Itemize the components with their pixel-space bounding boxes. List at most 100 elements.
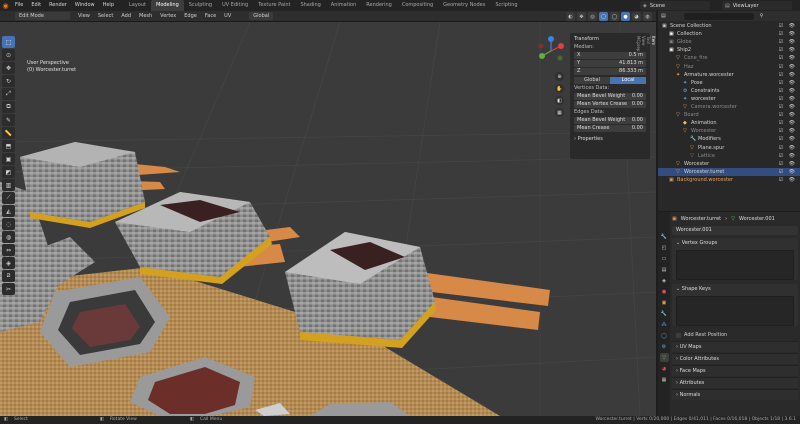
- rendered-shading-icon[interactable]: ◍: [643, 12, 652, 21]
- menu-help[interactable]: Help: [99, 0, 118, 11]
- blender-logo-icon[interactable]: ◉: [0, 0, 11, 11]
- edge-slide-icon[interactable]: ⇔: [2, 244, 15, 256]
- menu-mesh[interactable]: Mesh: [135, 11, 156, 22]
- navigation-gizmo[interactable]: [536, 36, 566, 66]
- uv-maps-panel[interactable]: › UV Maps: [672, 341, 798, 352]
- visibility-eye-icon[interactable]: ☑ 👁: [779, 176, 797, 184]
- tab-uv-editing[interactable]: UV Editing: [217, 0, 253, 11]
- pan-hand-icon[interactable]: ✋: [555, 84, 564, 93]
- transform-icon[interactable]: ⧉: [2, 101, 15, 113]
- visibility-eye-icon[interactable]: ☑ 👁: [779, 71, 797, 79]
- camera-icon[interactable]: ◧: [555, 96, 564, 105]
- median-y-field[interactable]: Y 41.813 m: [574, 60, 646, 67]
- measure-icon[interactable]: 📏: [2, 127, 15, 139]
- orientation-dropdown[interactable]: Global: [249, 12, 274, 20]
- outliner-search-input[interactable]: [683, 12, 754, 20]
- material-props-icon[interactable]: ◕: [660, 364, 669, 373]
- outliner-item[interactable]: ▽ Worcester ☑ 👁: [658, 160, 800, 168]
- tab-animation[interactable]: Animation: [326, 0, 362, 11]
- cursor-icon[interactable]: ⊙: [2, 49, 15, 61]
- scene-props-icon[interactable]: ◈: [660, 276, 669, 285]
- outliner-item[interactable]: ▣ Ship2 ☑ 👁: [658, 46, 800, 54]
- texture-props-icon[interactable]: ▦: [660, 375, 669, 384]
- tool-props-icon[interactable]: 🔧: [660, 232, 669, 241]
- view-layer-selector[interactable]: ▤ ViewLayer: [722, 1, 792, 10]
- outliner-item[interactable]: 🔧 Modifiers ☑ 👁: [658, 135, 800, 143]
- data-props-icon[interactable]: ▽: [659, 353, 669, 362]
- add-rest-position-checkbox[interactable]: Add Rest Position: [672, 330, 798, 340]
- visibility-eye-icon[interactable]: ☑ 👁: [779, 111, 797, 119]
- outliner-item[interactable]: ▣ Collection ☑ 👁: [658, 30, 800, 38]
- visibility-icon[interactable]: ◐: [566, 12, 575, 21]
- local-button[interactable]: Local: [610, 77, 646, 84]
- visibility-eye-icon[interactable]: ☑ 👁: [779, 119, 797, 127]
- attributes-panel[interactable]: › Attributes: [672, 377, 798, 388]
- tab-geometry-nodes[interactable]: Geometry Nodes: [438, 0, 490, 11]
- outliner-item[interactable]: ▣ Background.worcester ☑ 👁: [658, 176, 800, 184]
- outliner-item[interactable]: ✦ worcester ☑ 👁: [658, 95, 800, 103]
- tab-sculpting[interactable]: Sculpting: [184, 0, 217, 11]
- normals-panel[interactable]: › Normals: [672, 389, 798, 400]
- tab-rendering[interactable]: Rendering: [361, 0, 397, 11]
- tab-layout[interactable]: Layout: [124, 0, 151, 11]
- outliner-item[interactable]: ▽ Board ☑ 👁: [658, 111, 800, 119]
- visibility-eye-icon[interactable]: ☑ 👁: [779, 54, 797, 62]
- wireframe-shading-icon[interactable]: ◯: [610, 12, 619, 21]
- menu-window[interactable]: Window: [71, 0, 99, 11]
- mean-crease-field[interactable]: Mean Crease 0.00: [574, 125, 646, 132]
- move-icon[interactable]: ✥: [2, 62, 15, 74]
- outliner-item[interactable]: ▽ Cone_fire ☑ 👁: [658, 54, 800, 62]
- object-props-icon[interactable]: ▣: [660, 298, 669, 307]
- outliner-item[interactable]: ▽ Haz ☑ 👁: [658, 63, 800, 71]
- median-z-field[interactable]: Z 86.333 m: [574, 68, 646, 75]
- visibility-eye-icon[interactable]: ☑ 👁: [779, 30, 797, 38]
- annotate-icon[interactable]: ✎: [2, 114, 15, 126]
- visibility-eye-icon[interactable]: ☑ 👁: [779, 152, 797, 160]
- scene-selector[interactable]: ◈ Scene: [640, 1, 710, 10]
- global-button[interactable]: Global: [574, 77, 610, 84]
- vertex-groups-list[interactable]: [676, 250, 794, 280]
- scale-icon[interactable]: ⤢: [2, 88, 15, 100]
- shear-icon[interactable]: ⧄: [2, 270, 15, 282]
- outliner-item[interactable]: ⚙ Constraints ☑ 👁: [658, 87, 800, 95]
- visibility-eye-icon[interactable]: ☑ 👁: [779, 87, 797, 95]
- mesh-data-field[interactable]: Worcester.001: [672, 226, 798, 235]
- rip-icon[interactable]: ✂: [2, 283, 15, 295]
- mean-bevel-weight-field[interactable]: Mean Bevel Weight 0.00: [574, 93, 646, 100]
- smooth-icon[interactable]: ◍: [2, 231, 15, 243]
- shape-keys-list[interactable]: [676, 296, 794, 326]
- visibility-eye-icon[interactable]: ☑ 👁: [779, 38, 797, 46]
- modifier-props-icon[interactable]: 🔧: [660, 309, 669, 318]
- material-shading-icon[interactable]: ◕: [632, 12, 641, 21]
- tab-tool[interactable]: Tool: [646, 33, 651, 54]
- visibility-eye-icon[interactable]: ☑ 👁: [779, 95, 797, 103]
- outliner-item[interactable]: ▣ Scene Collection ☑ 👁: [658, 22, 800, 30]
- bevel-icon[interactable]: ◩: [2, 166, 15, 178]
- zoom-icon[interactable]: ⊕: [555, 72, 564, 81]
- visibility-eye-icon[interactable]: ☑ 👁: [779, 22, 797, 30]
- visibility-eye-icon[interactable]: ☑ 👁: [779, 135, 797, 143]
- tab-shading[interactable]: Shading: [295, 0, 325, 11]
- menu-face[interactable]: Face: [201, 11, 220, 22]
- tab-compositing[interactable]: Compositing: [397, 0, 438, 11]
- gizmo-icon[interactable]: ✥: [577, 12, 586, 21]
- menu-render[interactable]: Render: [45, 0, 71, 11]
- overlay-icon[interactable]: ◎: [588, 12, 597, 21]
- visibility-eye-icon[interactable]: ☑ 👁: [779, 127, 797, 135]
- constraints-props-icon[interactable]: ⚙: [660, 342, 669, 351]
- mean-vertex-crease-field[interactable]: Mean Vertex Crease 0.00: [574, 101, 646, 108]
- spin-icon[interactable]: ◌: [2, 218, 15, 230]
- output-props-icon[interactable]: ▭: [660, 254, 669, 263]
- tab-mcprep[interactable]: MCprep: [636, 33, 641, 54]
- shape-keys-header[interactable]: ⌄ Shape Keys: [672, 284, 798, 294]
- outliner-item[interactable]: ✦ Armature.worcester ☑ 👁: [658, 71, 800, 79]
- render-props-icon[interactable]: ◰: [660, 243, 669, 252]
- world-props-icon[interactable]: ●: [660, 287, 669, 296]
- physics-props-icon[interactable]: ◯: [660, 331, 669, 340]
- outliner-item[interactable]: ▽ Plane.spur ☑ 👁: [658, 144, 800, 152]
- mode-dropdown[interactable]: Edit Mode: [15, 12, 70, 20]
- rotate-icon[interactable]: ↻: [2, 75, 15, 87]
- visibility-eye-icon[interactable]: ☑ 👁: [779, 103, 797, 111]
- tab-scripting[interactable]: Scripting: [490, 0, 522, 11]
- menu-add[interactable]: Add: [117, 11, 135, 22]
